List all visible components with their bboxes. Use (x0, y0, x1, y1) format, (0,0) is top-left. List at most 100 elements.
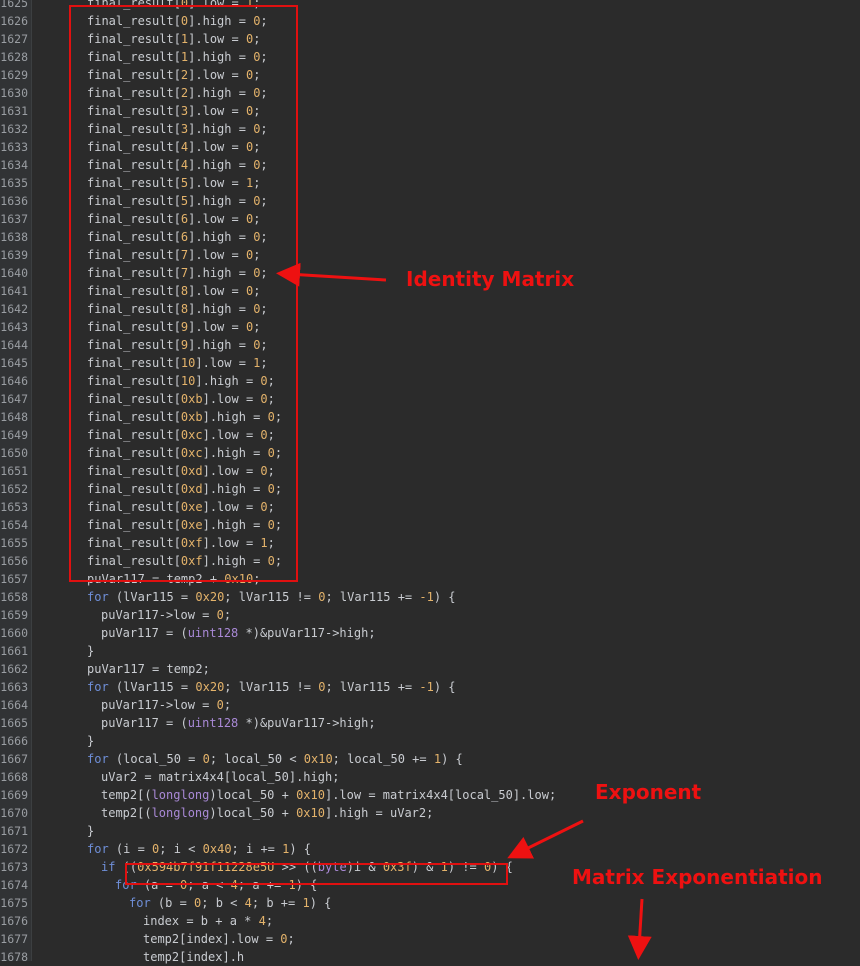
line-number: 1630 (0, 86, 28, 100)
code-text: puVar117 = temp2; (87, 660, 210, 678)
line-number: 1649 (0, 428, 28, 442)
code-token: *)&puVar117->high; (238, 626, 376, 640)
code-token: ; (265, 914, 274, 928)
line-number: 1634 (0, 158, 28, 172)
code-token: ; lVar115 != (224, 680, 319, 694)
code-line[interactable]: 1664 puVar117->low = 0; (0, 696, 860, 714)
code-line[interactable]: 1660 puVar117 = (uint128 *)&puVar117->hig… (0, 624, 860, 642)
line-number: 1651 (0, 464, 28, 478)
code-line[interactable]: 1678 temp2[index].h (0, 948, 860, 966)
line-number: 1642 (0, 302, 28, 316)
code-token: ; (287, 932, 295, 946)
line-number: 1637 (0, 212, 28, 226)
line-number: 1625 (0, 0, 28, 10)
line-number: 1657 (0, 572, 28, 586)
code-token: 0 (202, 752, 210, 766)
line-number: 1647 (0, 392, 28, 406)
line-number: 1675 (0, 896, 28, 910)
code-line[interactable]: 1675 for (b = 0; b < 4; b += 1) { (0, 894, 860, 912)
code-token: (lVar115 = (108, 590, 196, 604)
line-number: 1631 (0, 104, 28, 118)
code-line[interactable]: 1667 for (local_50 = 0; local_50 < 0x10; … (0, 750, 860, 768)
code-token: 0x10 (296, 806, 325, 820)
code-line[interactable]: 1670 temp2[(longlong)local_50 + 0x10].hig… (0, 804, 860, 822)
code-token: 1 (433, 752, 442, 766)
code-line[interactable]: 1669 temp2[(longlong)local_50 + 0x10].low… (0, 786, 860, 804)
code-line[interactable]: 1672 for (i = 0; i < 0x40; i += 1) { (0, 840, 860, 858)
line-number: 1656 (0, 554, 28, 568)
line-number: 1652 (0, 482, 28, 496)
line-number: 1659 (0, 608, 28, 622)
code-line[interactable]: 1663 for (lVar115 = 0x20; lVar115 != 0; l… (0, 678, 860, 696)
code-text: puVar117 = (uint128 *)&puVar117->high; (101, 624, 376, 642)
code-token: ; local_50 < (209, 752, 304, 766)
code-text: puVar117->low = 0; (101, 606, 231, 624)
code-line[interactable]: 1671} (0, 822, 860, 840)
code-token: ; lVar115 != (224, 590, 319, 604)
code-token: (lVar115 = (108, 680, 196, 694)
code-line[interactable]: 1666} (0, 732, 860, 750)
code-token: index = b + a * (143, 914, 259, 928)
code-text: for (local_50 = 0; local_50 < 0x10; loca… (87, 750, 463, 768)
code-text: puVar117->low = 0; (101, 696, 231, 714)
code-text: index = b + a * 4; (143, 912, 273, 930)
code-token: )local_50 + (209, 788, 297, 802)
line-number: 1635 (0, 176, 28, 190)
line-number: 1641 (0, 284, 28, 298)
code-token: 0x20 (195, 590, 225, 604)
code-token: ; lVar115 += (325, 590, 420, 604)
code-text: temp2[(longlong)local_50 + 0x10].high = … (101, 804, 433, 822)
line-number: 1658 (0, 590, 28, 604)
line-number: 1661 (0, 644, 28, 658)
code-text: } (87, 732, 94, 750)
code-token: -1 (419, 590, 434, 604)
code-token: 0 (280, 932, 288, 946)
line-number: 1677 (0, 932, 28, 946)
line-number: 1660 (0, 626, 28, 640)
code-token: } (87, 824, 95, 838)
line-number: 1645 (0, 356, 28, 370)
code-line[interactable]: 1658 for (lVar115 = 0x20; lVar115 != 0; l… (0, 588, 860, 606)
line-number: 1643 (0, 320, 28, 334)
code-token: for (87, 842, 109, 856)
code-line[interactable]: 1661} (0, 642, 860, 660)
line-number: 1676 (0, 914, 28, 928)
code-text: for (b = 0; b < 4; b += 1) { (129, 894, 331, 912)
code-line[interactable]: 1676 index = b + a * 4; (0, 912, 860, 930)
line-number: 1671 (0, 824, 28, 838)
code-token: puVar117 = temp2; (87, 662, 210, 676)
line-number: 1674 (0, 878, 28, 892)
code-text: for (i = 0; i < 0x40; i += 1) { (87, 840, 311, 858)
code-line[interactable]: 1659 puVar117->low = 0; (0, 606, 860, 624)
line-number: 1672 (0, 842, 28, 856)
code-text: for (lVar115 = 0x20; lVar115 != 0; lVar1… (87, 588, 456, 606)
code-token: for (129, 896, 151, 910)
code-text: temp2[(longlong)local_50 + 0x10].low = m… (101, 786, 556, 804)
code-token: *)&puVar117->high; (238, 716, 376, 730)
code-text: temp2[index].h (143, 948, 244, 966)
code-token: (i = (108, 842, 153, 856)
code-token: ; (223, 698, 232, 712)
code-text: temp2[index].low = 0; (143, 930, 295, 948)
code-line[interactable]: 1677 temp2[index].low = 0; (0, 930, 860, 948)
code-line[interactable]: 1662 puVar117 = temp2; (0, 660, 860, 678)
code-token: ) { (309, 896, 332, 910)
code-token: ; local_50 += (332, 752, 434, 766)
line-number: 1667 (0, 752, 28, 766)
code-token: } (87, 644, 95, 658)
code-token: ; b += (251, 896, 303, 910)
code-token: 4 (258, 914, 266, 928)
code-line[interactable]: 1665 puVar117 = (uint128 *)&puVar117->hig… (0, 714, 860, 732)
code-line[interactable]: 1668 uVar2 = matrix4x4[local_50].high; (0, 768, 860, 786)
exponent-label: Exponent (595, 780, 702, 804)
code-text: for (lVar115 = 0x20; lVar115 != 0; lVar1… (87, 678, 456, 696)
line-number: 1665 (0, 716, 28, 730)
line-number: 1648 (0, 410, 28, 424)
code-text: } (87, 642, 94, 660)
code-text: uVar2 = matrix4x4[local_50].high; (101, 768, 339, 786)
line-number: 1627 (0, 32, 28, 46)
line-number: 1666 (0, 734, 28, 748)
code-token: 4 (244, 896, 252, 910)
line-number: 1646 (0, 374, 28, 388)
line-number: 1654 (0, 518, 28, 532)
